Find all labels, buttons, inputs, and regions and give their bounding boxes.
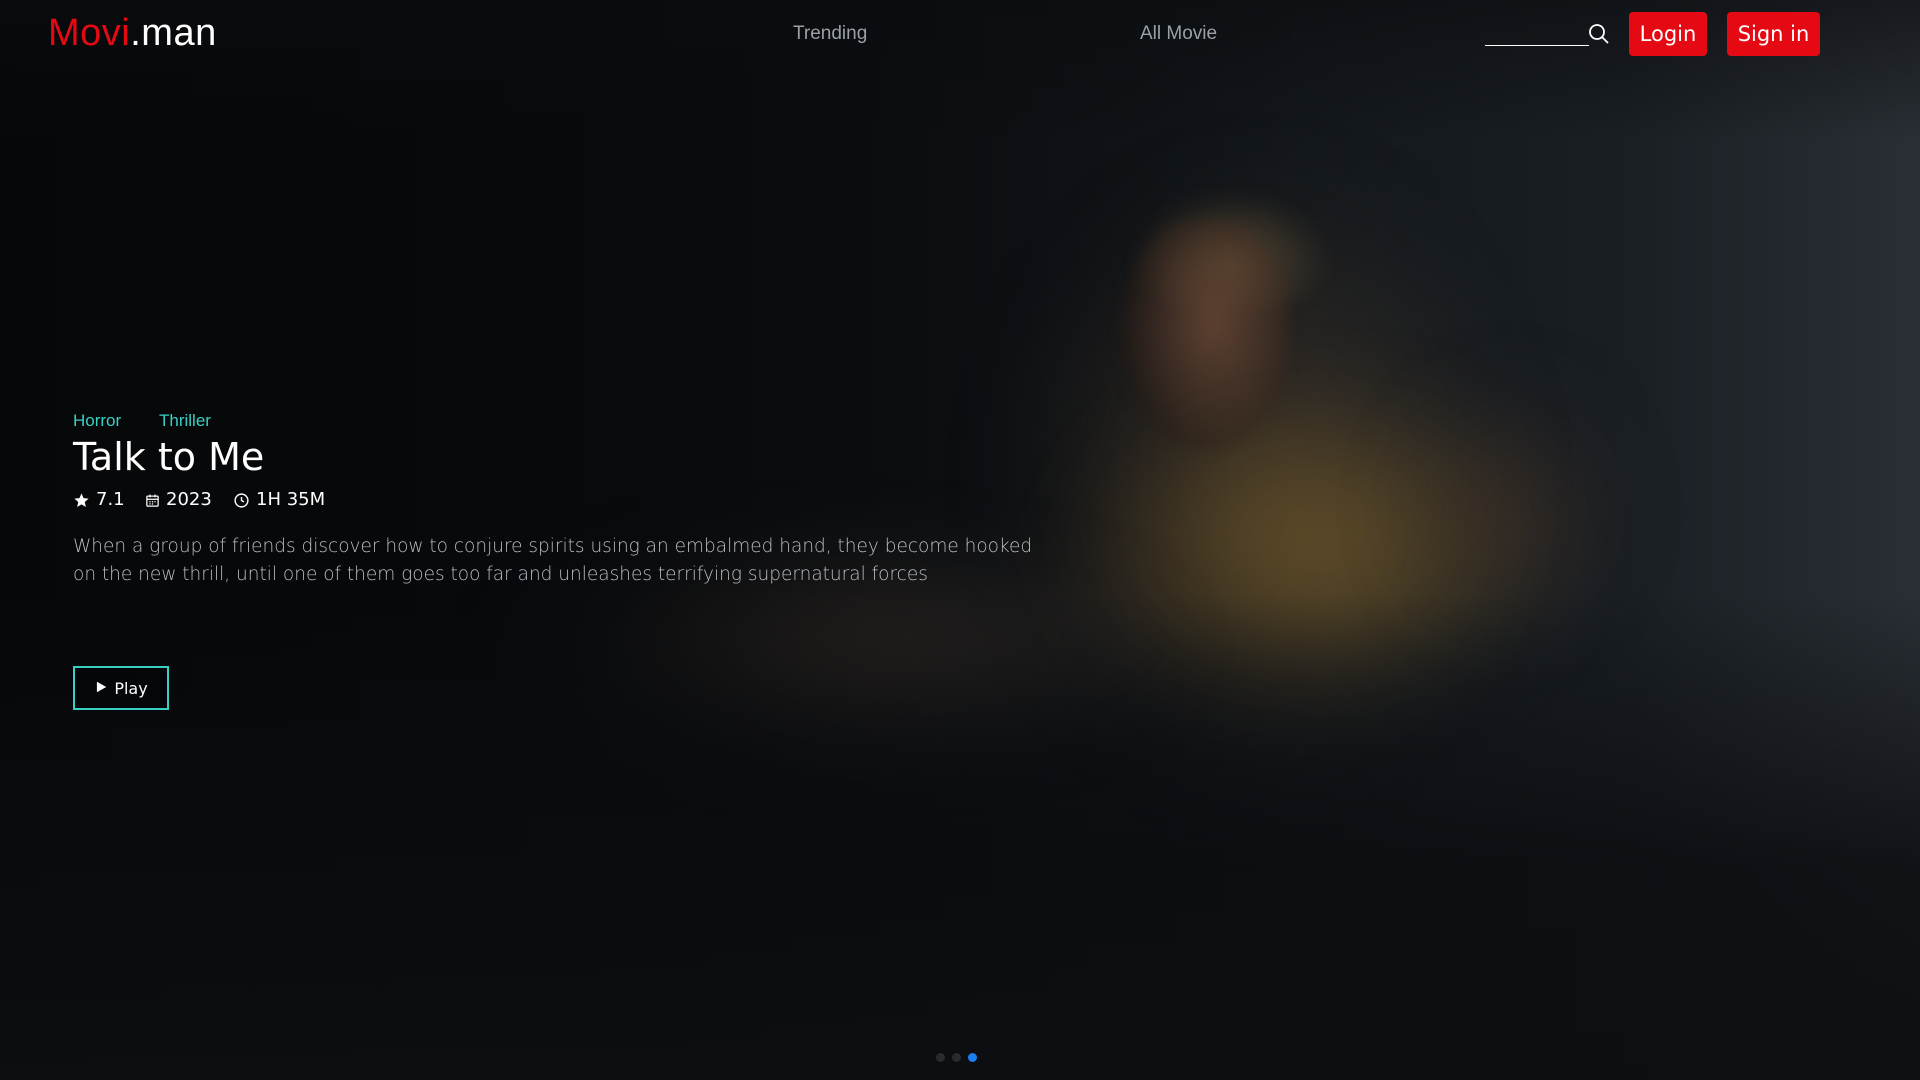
search-input[interactable] xyxy=(1485,20,1589,46)
play-button[interactable]: Play xyxy=(73,666,169,710)
play-icon xyxy=(94,679,108,698)
rating-value: 7.1 xyxy=(96,489,125,510)
sign-in-button[interactable]: Sign in xyxy=(1727,12,1820,56)
carousel-indicators xyxy=(936,1053,986,1065)
nav-all-movie-link[interactable]: All Movie xyxy=(1140,22,1217,46)
login-button[interactable]: Login xyxy=(1629,12,1707,56)
genre-tag[interactable]: Horror xyxy=(73,410,121,432)
play-label: Play xyxy=(114,678,148,698)
carousel-dot[interactable] xyxy=(952,1053,961,1062)
top-navbar: Movi.man Trending All Movie Login Sign i… xyxy=(0,0,1920,68)
search-icon[interactable] xyxy=(1587,22,1611,46)
site-logo[interactable]: Movi.man xyxy=(48,10,217,56)
carousel-dot[interactable] xyxy=(936,1053,945,1062)
release-year: 2023 xyxy=(145,487,212,513)
carousel-dot-active[interactable] xyxy=(968,1053,977,1062)
hero-banner: Movi.man Trending All Movie Login Sign i… xyxy=(0,0,1920,1080)
clock-icon xyxy=(233,492,250,509)
movie-title: Talk to Me xyxy=(73,435,265,479)
year-value: 2023 xyxy=(166,489,212,510)
nav-trending-link[interactable]: Trending xyxy=(793,22,867,46)
genre-tag[interactable]: Thriller xyxy=(159,410,211,432)
logo-white-part: .man xyxy=(130,12,217,54)
calendar-icon xyxy=(145,493,160,508)
duration-value: 1H 35M xyxy=(256,489,326,510)
movie-description: When a group of friends discover how to … xyxy=(73,536,1033,585)
star-icon xyxy=(73,492,90,509)
runtime: 1H 35M xyxy=(233,487,325,513)
logo-red-part: Movi xyxy=(48,12,131,54)
rating: 7.1 xyxy=(73,487,125,513)
